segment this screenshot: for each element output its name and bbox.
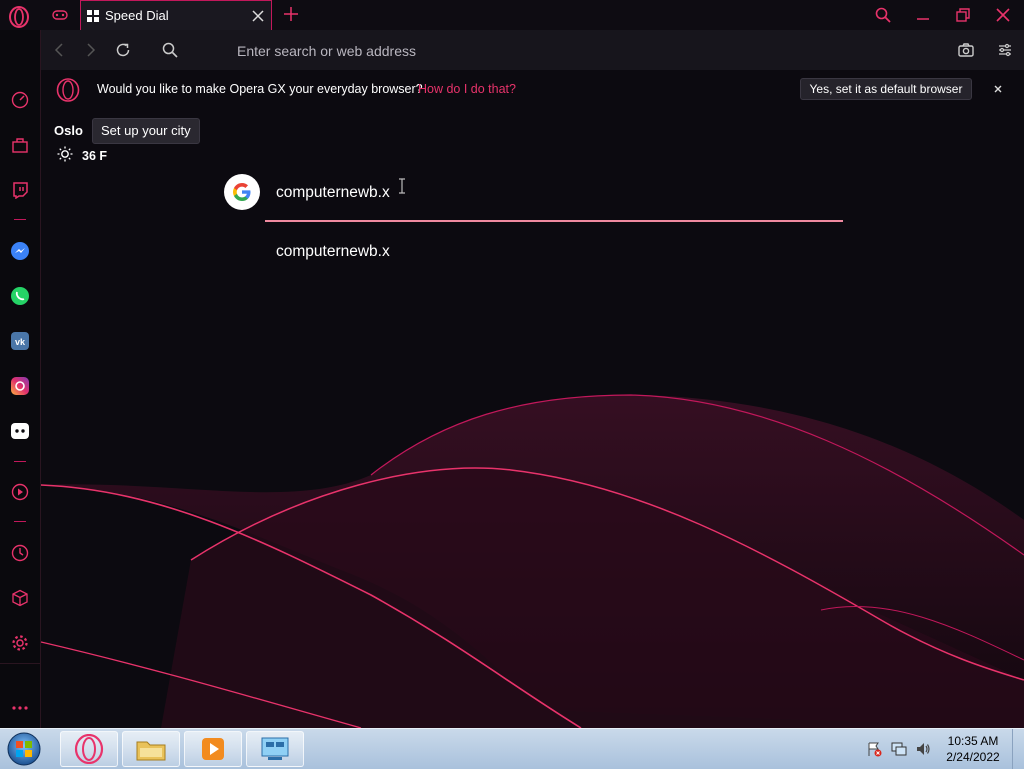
cube-icon[interactable] bbox=[9, 587, 31, 609]
sidebar: vk bbox=[0, 30, 41, 728]
player-icon[interactable] bbox=[9, 481, 31, 503]
weather-temperature: 36 F bbox=[82, 149, 108, 163]
instagram-icon[interactable] bbox=[9, 375, 31, 397]
sidebar-separator bbox=[14, 461, 26, 462]
taskbar-opera-gx[interactable] bbox=[60, 731, 118, 767]
windows-start-icon[interactable] bbox=[4, 731, 44, 767]
new-tab-icon[interactable] bbox=[282, 5, 300, 23]
gx-control-icon[interactable] bbox=[50, 5, 70, 25]
search-input[interactable] bbox=[276, 181, 836, 205]
taskbar-control-panel[interactable] bbox=[246, 731, 304, 767]
network-icon[interactable] bbox=[891, 741, 907, 757]
set-default-browser-button[interactable]: Yes, set it as default browser bbox=[800, 78, 972, 100]
windows-taskbar: 10:35 AM 2/24/2022 bbox=[0, 728, 1024, 769]
restore-icon[interactable] bbox=[952, 4, 974, 26]
close-window-icon[interactable] bbox=[992, 4, 1014, 26]
minimize-icon[interactable] bbox=[912, 4, 934, 26]
show-desktop-button[interactable] bbox=[1012, 729, 1024, 769]
messenger-icon[interactable] bbox=[9, 240, 31, 262]
more-icon[interactable] bbox=[9, 697, 31, 719]
default-browser-banner: Would you like to make Opera GX your eve… bbox=[41, 70, 1024, 110]
settings-icon[interactable] bbox=[9, 632, 31, 654]
address-bar bbox=[41, 30, 1024, 70]
banner-close-icon[interactable] bbox=[991, 82, 1005, 96]
search-underline bbox=[265, 220, 843, 222]
reload-icon[interactable] bbox=[113, 40, 133, 60]
background-wave-art bbox=[41, 394, 1024, 728]
tab-strip: Speed Dial bbox=[0, 0, 1024, 30]
sidebar-separator bbox=[14, 521, 26, 522]
search-tabs-icon[interactable] bbox=[872, 4, 894, 26]
tab-speed-dial[interactable]: Speed Dial bbox=[80, 0, 272, 30]
speed-dial-grid-icon bbox=[87, 9, 99, 22]
volume-icon[interactable] bbox=[915, 741, 931, 757]
address-input[interactable] bbox=[235, 40, 839, 62]
svg-text:vk: vk bbox=[15, 337, 26, 347]
set-up-city-tooltip[interactable]: Set up your city bbox=[92, 118, 200, 144]
google-logo-icon[interactable] bbox=[224, 174, 260, 210]
history-icon[interactable] bbox=[9, 542, 31, 564]
snapshot-camera-icon[interactable] bbox=[956, 40, 976, 60]
text-cursor-icon bbox=[399, 178, 405, 194]
twitch-icon[interactable] bbox=[9, 179, 31, 201]
taskbar-media-player[interactable] bbox=[184, 731, 242, 767]
search-suggestion[interactable]: computernewb.x bbox=[276, 243, 390, 261]
sun-icon bbox=[57, 146, 73, 162]
banner-message: Would you like to make Opera GX your eve… bbox=[97, 82, 423, 96]
clock-time: 10:35 AM bbox=[947, 734, 999, 748]
opera-menu-icon[interactable] bbox=[8, 6, 30, 28]
speedometer-icon[interactable] bbox=[9, 89, 31, 111]
sidebar-separator bbox=[14, 219, 26, 220]
vk-icon[interactable]: vk bbox=[9, 330, 31, 352]
address-search-icon bbox=[160, 40, 180, 60]
easy-setup-icon[interactable] bbox=[995, 40, 1015, 60]
tab-close-icon[interactable] bbox=[251, 9, 265, 23]
forward-icon[interactable] bbox=[81, 40, 101, 60]
back-icon[interactable] bbox=[49, 40, 69, 60]
taskbar-clock[interactable]: 10:35 AM 2/24/2022 bbox=[940, 733, 1006, 765]
opera-gx-logo-icon bbox=[56, 78, 80, 102]
taskbar-file-explorer[interactable] bbox=[122, 731, 180, 767]
how-do-i-link[interactable]: How do I do that? bbox=[418, 82, 516, 96]
clock-date: 2/24/2022 bbox=[946, 750, 1000, 764]
tab-title: Speed Dial bbox=[105, 8, 169, 23]
whatsapp-icon[interactable] bbox=[9, 285, 31, 307]
weather-city: Oslo bbox=[54, 123, 83, 138]
shopping-bag-icon[interactable] bbox=[9, 134, 31, 156]
action-center-flag-icon[interactable] bbox=[866, 741, 882, 757]
discord-icon[interactable] bbox=[9, 420, 31, 442]
sidebar-divider bbox=[0, 663, 40, 664]
